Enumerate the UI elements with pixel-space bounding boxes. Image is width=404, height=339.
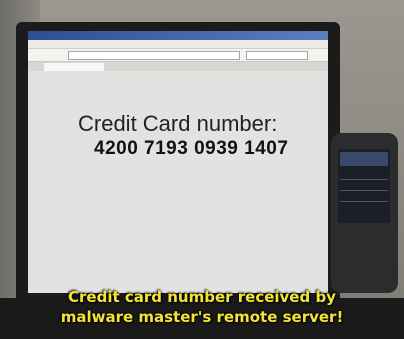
laptop-screen: Credit Card number: 4200 7193 0939 1407 [28, 31, 328, 293]
laptop: Credit Card number: 4200 7193 0939 1407 [16, 22, 340, 306]
credit-card-label: Credit Card number: [78, 111, 278, 136]
caption-line-1: Credit card number received by [68, 288, 336, 306]
video-caption: Credit card number received by malware m… [0, 287, 404, 327]
browser-titlebar [28, 31, 328, 40]
search-box[interactable] [246, 51, 308, 60]
phone-list-row [340, 171, 388, 180]
webpage-content: Credit Card number: 4200 7193 0939 1407 [28, 71, 328, 293]
smartphone [331, 133, 398, 293]
credit-card-number: 4200 7193 0939 1407 [94, 138, 289, 159]
url-bar[interactable] [68, 51, 240, 60]
browser-navbar [28, 49, 328, 62]
phone-app-icons [340, 152, 388, 166]
phone-list-row [340, 193, 388, 202]
browser-tab[interactable] [44, 63, 104, 71]
phone-list-row [340, 182, 388, 191]
phone-screen [338, 149, 390, 223]
browser-menubar [28, 40, 328, 49]
caption-line-2: malware master's remote server! [60, 308, 344, 326]
video-frame: Credit Card number: 4200 7193 0939 1407 … [0, 0, 404, 339]
